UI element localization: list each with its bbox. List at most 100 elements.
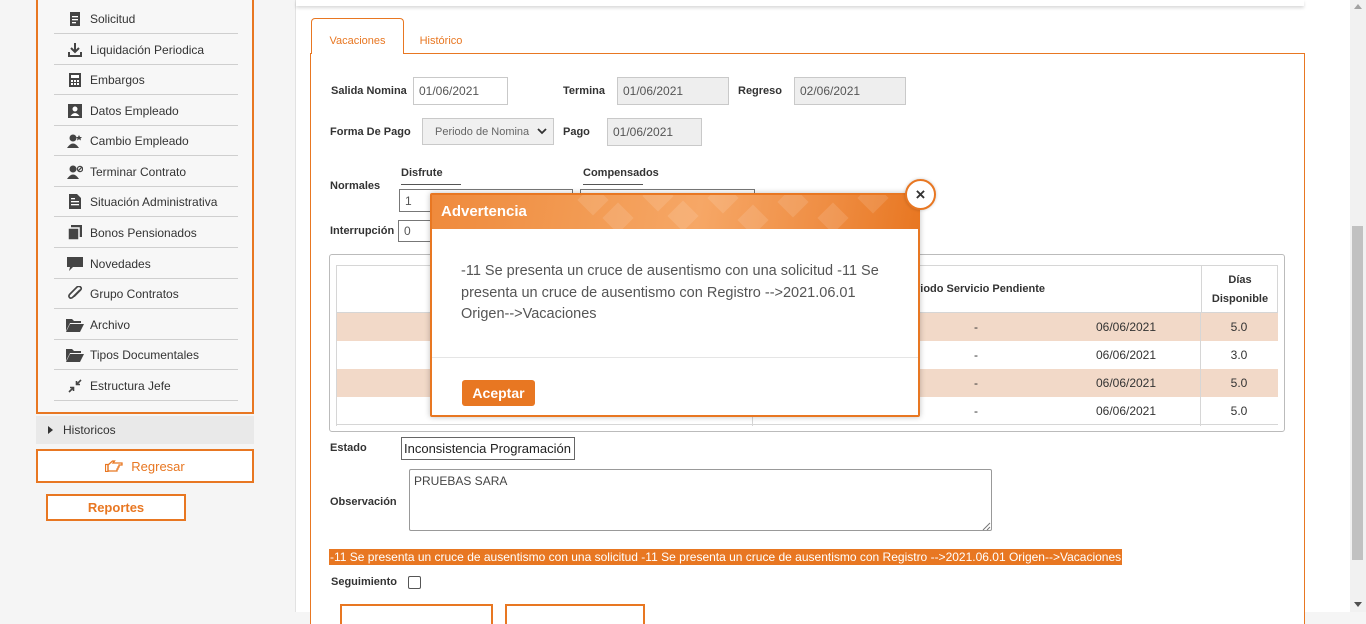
row-dias: 5.0 (1230, 404, 1248, 418)
advertencia-dialog: Advertencia -11 Se presenta un cruce de … (430, 193, 920, 417)
termina-label: Termina (563, 85, 605, 97)
id-card-icon (64, 103, 86, 119)
sidebar-item-embargos[interactable]: Embargos (54, 65, 238, 95)
chevron-down-icon (537, 127, 547, 138)
user-change-icon (64, 133, 86, 149)
header-pattern (602, 202, 634, 229)
estado-label: Estado (330, 442, 367, 454)
folder-open-icon (64, 317, 86, 333)
sidebar-item-datos-empleado[interactable]: Datos Empleado (54, 96, 238, 126)
forma-pago-label: Forma De Pago (330, 126, 411, 138)
sidebar-item-archivo[interactable]: Archivo (54, 310, 238, 340)
sidebar-item-label: Solicitud (90, 11, 136, 26)
forma-pago-select[interactable]: Periodo de Nomina (422, 118, 554, 145)
sidebar-item-estructura-jefe[interactable]: Estructura Jefe (54, 371, 238, 401)
historicos-label: Historicos (63, 423, 116, 437)
pago-field[interactable]: 01/06/2021 (607, 118, 702, 146)
sidebar-item-label: Datos Empleado (90, 103, 179, 118)
seguimiento-label: Seguimiento (331, 576, 398, 588)
observacion-label: Observación (330, 496, 397, 508)
close-icon[interactable]: × (905, 179, 936, 210)
sidebar-item-liquidacion[interactable]: Liquidación Periodica (54, 35, 238, 65)
sidebar-item-label: Estructura Jefe (90, 378, 171, 393)
row-dias: 5.0 (1230, 320, 1248, 334)
download-icon (64, 42, 86, 58)
sidebar-item-situacion-administrativa[interactable]: Situación Administrativa (54, 187, 238, 217)
bottom-action-button[interactable] (340, 604, 493, 624)
hand-point-left-icon (105, 460, 123, 472)
seguimiento-checkbox[interactable] (408, 576, 421, 589)
interrupcion-label: Interrupción (330, 225, 395, 237)
sidebar-item-cambio-empleado[interactable]: Cambio Empleado (54, 126, 238, 156)
aceptar-button[interactable]: Aceptar (462, 380, 535, 406)
compensados-label: Compensados (583, 167, 659, 179)
compress-icon (64, 378, 86, 394)
header-pattern (777, 195, 809, 218)
sidebar-item-label: Tipos Documentales (90, 347, 199, 362)
dialog-divider (432, 357, 918, 358)
comment-icon (64, 256, 86, 272)
dialog-header: Advertencia (432, 195, 918, 229)
sidebar-item-label: Terminar Contrato (90, 164, 187, 179)
regreso-field[interactable]: 02/06/2021 (794, 77, 906, 105)
document-icon (64, 11, 86, 27)
estado-field[interactable]: Inconsistencia Programación (401, 437, 575, 460)
header-dias: Días (1228, 274, 1252, 286)
grid-border (336, 313, 337, 426)
row-dias: 5.0 (1230, 376, 1248, 390)
regresar-label: Regresar (131, 458, 185, 474)
header-pattern (857, 195, 889, 214)
sidebar-item-label: Embargos (90, 72, 145, 87)
regresar-button[interactable]: Regresar (36, 449, 254, 483)
sidebar-item-bonos-pensionados[interactable]: Bonos Pensionados (54, 218, 238, 248)
compensados-underline (583, 184, 643, 185)
tab-vacaciones[interactable]: Vacaciones (311, 18, 404, 55)
reportes-button[interactable]: Reportes (46, 494, 186, 521)
row-date: 06/06/2021 (1095, 348, 1157, 362)
row-dash: - (974, 404, 978, 418)
resize-handle-icon[interactable] (982, 520, 991, 531)
header-pattern (817, 202, 849, 229)
header-disponible: Disponible (1211, 293, 1269, 305)
top-panel-edge (296, 0, 1304, 6)
copy-icon (64, 225, 86, 241)
header-pattern (707, 195, 739, 214)
historicos-toggle[interactable]: Historicos (36, 416, 254, 444)
sidebar-item-label: Bonos Pensionados (90, 225, 197, 240)
row-date: 06/06/2021 (1095, 376, 1157, 390)
scrollbar-thumb[interactable] (1352, 226, 1363, 560)
row-dash: - (974, 376, 978, 390)
sidebar-item-solicitud[interactable]: Solicitud (54, 4, 238, 34)
sidebar-item-label: Cambio Empleado (90, 133, 189, 148)
user-remove-icon (64, 164, 86, 180)
header-pattern (577, 195, 609, 216)
sidebar-item-tipos-documentales[interactable]: Tipos Documentales (54, 340, 238, 370)
calculator-icon (64, 72, 86, 88)
sidebar-item-terminar-contrato[interactable]: Terminar Contrato (54, 157, 238, 187)
row-date: 06/06/2021 (1095, 404, 1157, 418)
sidebar-item-label: Archivo (90, 317, 131, 332)
header-pattern (737, 204, 769, 229)
row-dash: - (974, 348, 978, 362)
salida-nomina-label: Salida Nomina (331, 85, 407, 97)
sidebar-item-novedades[interactable]: Novedades (54, 249, 238, 279)
scroll-up-icon[interactable] (1354, 4, 1362, 9)
paperclip-icon (64, 286, 86, 302)
termina-field[interactable]: 01/06/2021 (617, 77, 729, 105)
pago-label: Pago (563, 126, 590, 138)
header-pattern (667, 200, 699, 229)
sidebar-menu: Solicitud Liquidación Periodica Embargos… (36, 0, 254, 414)
row-dash: - (974, 320, 978, 334)
sidebar-item-label: Liquidación Periodica (90, 42, 205, 57)
observacion-textarea[interactable]: PRUEBAS SARA (409, 469, 992, 531)
scroll-down-icon[interactable] (1354, 602, 1362, 607)
salida-nomina-field[interactable]: 01/06/2021 (413, 77, 508, 105)
header-pattern (642, 195, 674, 212)
sidebar-item-grupo-contratos[interactable]: Grupo Contratos (54, 279, 238, 309)
folder-open-icon (64, 347, 86, 363)
error-message: -11 Se presenta un cruce de ausentismo c… (329, 549, 1123, 565)
page-scrollbar[interactable] (1350, 0, 1366, 612)
file-text-icon (64, 194, 86, 210)
bottom-action-button[interactable] (505, 604, 645, 624)
row-date: 06/06/2021 (1095, 320, 1157, 334)
